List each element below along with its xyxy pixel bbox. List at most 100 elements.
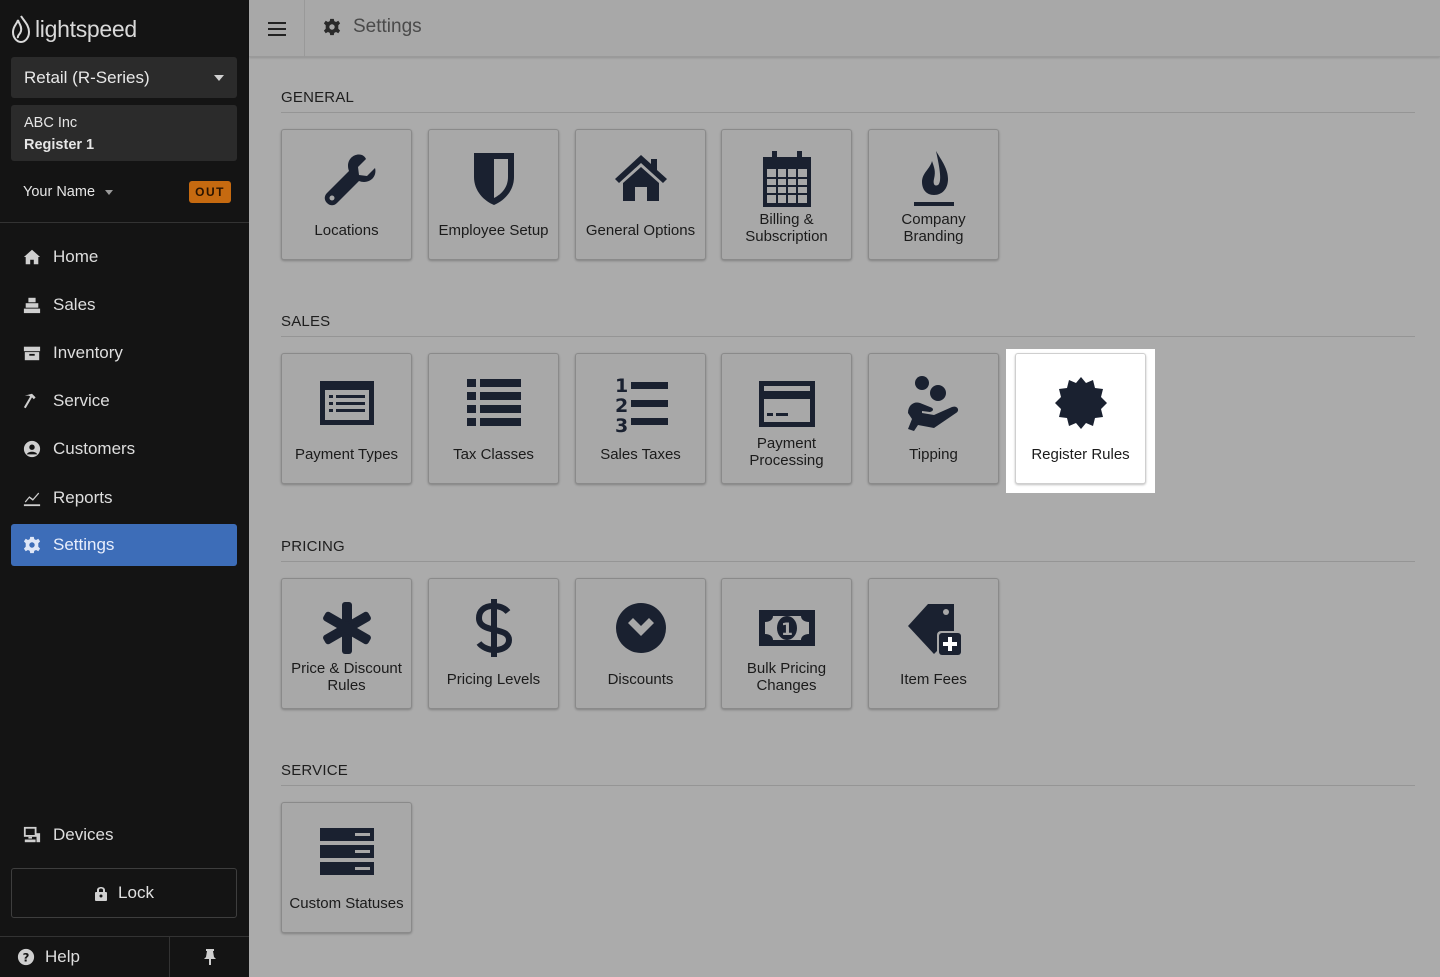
asterisk-icon bbox=[322, 602, 371, 654]
sidebar-item-settings[interactable]: Settings bbox=[11, 524, 237, 566]
sidebar-divider bbox=[0, 222, 249, 223]
wrench-icon bbox=[324, 154, 375, 206]
svg-text:1: 1 bbox=[615, 375, 628, 397]
sidebar-item-service[interactable]: Service bbox=[11, 380, 237, 422]
sidebar-item-label: Settings bbox=[53, 535, 115, 554]
register-name: Register 1 bbox=[24, 137, 95, 153]
tile-custom-statuses[interactable]: Custom Statuses bbox=[281, 802, 412, 933]
tile-label: Tipping bbox=[909, 446, 958, 463]
tile-employee-setup[interactable]: Employee Setup bbox=[428, 129, 559, 260]
tile-label: Register Rules bbox=[1031, 446, 1130, 463]
svg-text:1: 1 bbox=[781, 620, 793, 640]
product-name: Retail (R-Series) bbox=[24, 67, 150, 87]
tile-payment-processing[interactable]: Payment Processing bbox=[721, 353, 852, 484]
sidebar-footer: ? Help bbox=[0, 936, 249, 977]
sidebar-item-customers[interactable]: Customers bbox=[11, 428, 237, 470]
page-title-text: Settings bbox=[353, 16, 422, 37]
tile-price-discount-rules[interactable]: Price & Discount Rules bbox=[281, 578, 412, 709]
svg-text:2: 2 bbox=[615, 395, 628, 417]
tile-label: General Options bbox=[585, 222, 696, 239]
tile-locations[interactable]: Locations bbox=[281, 129, 412, 260]
tile-tipping[interactable]: Tipping bbox=[868, 353, 999, 484]
help-label: Help bbox=[45, 947, 80, 966]
tile-label: Locations bbox=[314, 222, 379, 239]
home-icon bbox=[23, 249, 41, 265]
sidebar-item-label: Inventory bbox=[53, 343, 123, 362]
tile-register-rules[interactable]: Register Rules bbox=[1015, 353, 1146, 484]
dollar-icon bbox=[475, 599, 512, 657]
customers-icon bbox=[23, 440, 41, 458]
devices-icon bbox=[23, 826, 41, 843]
sidebar-item-inventory[interactable]: Inventory bbox=[11, 332, 237, 374]
credit-card-icon bbox=[758, 381, 815, 427]
user-row: Your Name OUT bbox=[23, 180, 231, 204]
lightspeed-logo[interactable]: lightspeed bbox=[11, 14, 137, 44]
hamburger-icon bbox=[267, 21, 286, 36]
tile-label: Bulk Pricing Changes bbox=[746, 660, 827, 694]
brand-name: lightspeed bbox=[35, 15, 137, 42]
tile-label: Company Branding bbox=[901, 211, 966, 245]
tile-label: Payment Processing bbox=[749, 435, 824, 469]
company-name: ABC Inc bbox=[24, 115, 78, 131]
tile-payment-types[interactable]: Payment Types bbox=[281, 353, 412, 484]
calendar-icon bbox=[762, 151, 811, 207]
chevron-down-icon bbox=[214, 74, 224, 81]
tile-pricing-levels[interactable]: Pricing Levels bbox=[428, 578, 559, 709]
sidebar-item-sales[interactable]: Sales bbox=[11, 284, 237, 326]
tile-item-fees[interactable]: Item Fees bbox=[868, 578, 999, 709]
pin-sidebar-button[interactable] bbox=[170, 949, 249, 965]
tile-billing-subscription[interactable]: Billing & Subscription bbox=[721, 129, 852, 260]
hand-coins-icon bbox=[907, 376, 958, 431]
tile-general-options[interactable]: General Options bbox=[575, 129, 706, 260]
user-menu[interactable]: Your Name bbox=[23, 184, 114, 200]
house-icon bbox=[614, 155, 667, 201]
tile-company-branding[interactable]: Company Branding bbox=[868, 129, 999, 260]
tile-label: Price & Discount Rules bbox=[291, 660, 402, 694]
section-divider bbox=[281, 336, 1415, 337]
account-info[interactable]: ABC Inc Register 1 bbox=[11, 105, 237, 161]
gear-icon bbox=[23, 536, 41, 554]
sidebar-item-label: Home bbox=[53, 247, 99, 266]
top-bar: Settings bbox=[249, 0, 1440, 57]
chevron-down-icon bbox=[105, 189, 114, 195]
tile-sales-taxes[interactable]: 123 Sales Taxes bbox=[575, 353, 706, 484]
sidebar: lightspeed Retail (R-Series) ABC Inc Reg… bbox=[0, 0, 249, 977]
sidebar-item-reports[interactable]: Reports bbox=[11, 477, 237, 519]
section-title-service: SERVICE bbox=[281, 762, 348, 779]
flame-icon bbox=[913, 151, 954, 206]
sidebar-item-home[interactable]: Home bbox=[11, 236, 237, 278]
list-icon bbox=[466, 379, 521, 426]
product-selector[interactable]: Retail (R-Series) bbox=[11, 57, 237, 98]
shield-icon bbox=[473, 153, 514, 205]
service-icon bbox=[23, 393, 36, 409]
chevron-circle-icon bbox=[615, 603, 666, 653]
tile-discounts[interactable]: Discounts bbox=[575, 578, 706, 709]
tile-bulk-pricing-changes[interactable]: 1 Bulk Pricing Changes bbox=[721, 578, 852, 709]
section-title-sales: SALES bbox=[281, 313, 331, 330]
numbered-list-icon: 123 bbox=[615, 375, 668, 433]
inventory-icon bbox=[23, 346, 41, 361]
section-divider bbox=[281, 112, 1415, 113]
tile-label: Payment Types bbox=[294, 446, 399, 463]
sidebar-item-devices[interactable]: Devices bbox=[11, 814, 237, 856]
tile-tax-classes[interactable]: Tax Classes bbox=[428, 353, 559, 484]
tile-label: Discounts bbox=[607, 671, 674, 688]
sales-icon bbox=[23, 297, 41, 314]
help-icon: ? bbox=[17, 948, 35, 966]
lock-button[interactable]: Lock bbox=[11, 868, 237, 918]
clock-out-badge[interactable]: OUT bbox=[189, 181, 231, 203]
server-icon bbox=[319, 828, 374, 875]
sidebar-item-label: Service bbox=[53, 391, 110, 410]
tile-label: Tax Classes bbox=[453, 446, 534, 463]
sidebar-item-label: Reports bbox=[53, 488, 113, 507]
reports-icon bbox=[23, 492, 41, 507]
lock-icon bbox=[95, 887, 108, 901]
section-title-general: GENERAL bbox=[281, 89, 355, 106]
help-button[interactable]: ? Help bbox=[0, 936, 170, 977]
menu-toggle-button[interactable] bbox=[249, 0, 305, 57]
tile-label: Employee Setup bbox=[438, 222, 549, 239]
sidebar-item-label: Devices bbox=[53, 825, 114, 844]
svg-text:3: 3 bbox=[615, 415, 628, 433]
tile-label: Sales Taxes bbox=[600, 446, 681, 463]
tag-plus-icon bbox=[907, 604, 963, 657]
